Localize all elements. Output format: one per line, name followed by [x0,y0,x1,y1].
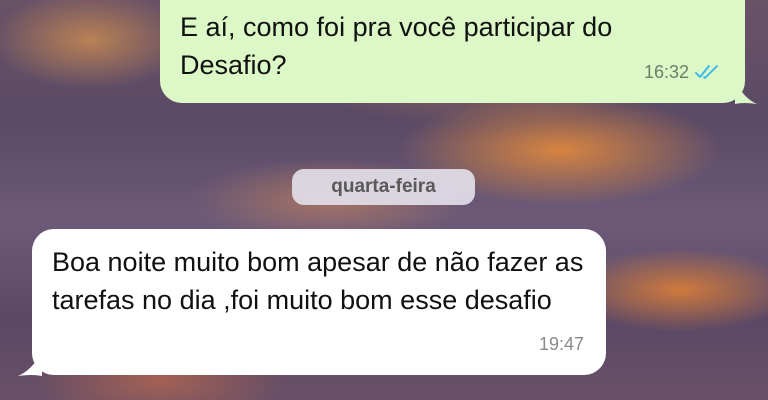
outgoing-message-bubble[interactable]: E aí, como foi pra você participar do De… [160,0,745,103]
message-meta: 16:32 [644,53,721,91]
message-meta: 19:47 [539,325,584,363]
double-check-read-icon [695,65,718,79]
message-time: 16:32 [643,62,689,82]
message-text: E aí, como foi pra você participar do De… [180,12,613,80]
message-text: Boa noite muito bom apesar de não fazer … [52,247,584,315]
bubble-tail [18,352,42,376]
date-separator: quarta-feira [292,169,475,205]
bubble-tail [735,80,757,104]
incoming-message-bubble[interactable]: Boa noite muito bom apesar de não fazer … [32,229,606,375]
message-time: 19:47 [538,334,584,354]
